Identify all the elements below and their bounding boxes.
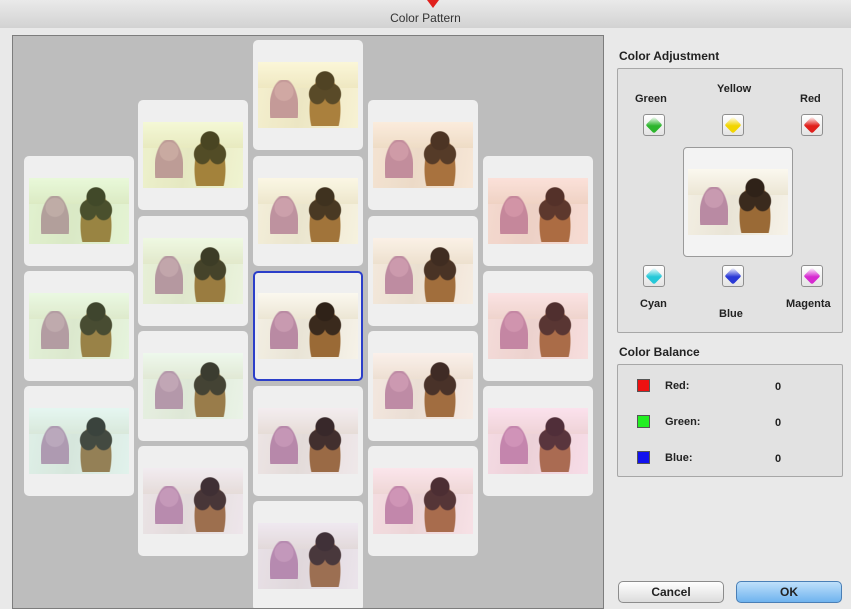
pattern-thumbnail[interactable] [483,271,593,381]
pattern-thumbnail-selected[interactable] [253,271,363,381]
photo-image [373,353,473,419]
pattern-thumbnail[interactable] [138,331,248,441]
yellow-label: Yellow [717,83,752,95]
photo-image [258,178,358,244]
blue-adjust-button[interactable] [722,265,744,287]
pattern-thumbnail[interactable] [24,156,134,266]
pattern-thumbnail[interactable] [253,386,363,496]
cancel-button[interactable]: Cancel [618,581,724,603]
red-balance-label: Red: [665,380,690,392]
window-title: Color Pattern [390,11,461,25]
pattern-thumbnail[interactable] [483,156,593,266]
pattern-thumbnail[interactable] [253,156,363,266]
magenta-label: Magenta [786,298,831,310]
side-panel: Color Adjustment Green Yellow Red Cyan B… [609,28,851,609]
cyan-label: Cyan [640,298,667,310]
pattern-thumbnail[interactable] [368,446,478,556]
dialog-body: Color Adjustment Green Yellow Red Cyan B… [0,28,851,609]
pattern-thumbnail[interactable] [368,331,478,441]
red-swatch [637,379,650,392]
magenta-adjust-button[interactable] [801,265,823,287]
green-label: Green [635,93,667,105]
pattern-thumbnail[interactable] [368,216,478,326]
pattern-thumbnail[interactable] [138,216,248,326]
red-adjust-button[interactable] [801,114,823,136]
preview-photo-image [688,169,788,235]
green-balance-label: Green: [665,416,701,428]
color-adjustment-box: Green Yellow Red Cyan Blue Magenta [617,68,843,333]
magenta-gem-icon [803,267,821,285]
color-balance-box: Red: 0 Green: 0 Blue: 0 [617,364,843,477]
photo-image [29,178,129,244]
pattern-thumbnail[interactable] [24,271,134,381]
title-marker-icon [427,0,439,8]
photo-image [373,238,473,304]
photo-image [143,122,243,188]
cyan-adjust-button[interactable] [643,265,665,287]
pattern-thumbnail[interactable] [138,446,248,556]
pattern-thumbnail[interactable] [368,100,478,210]
yellow-gem-icon [724,116,742,134]
photo-image [143,353,243,419]
photo-image [373,122,473,188]
photo-image [488,293,588,359]
cyan-gem-icon [645,267,663,285]
blue-swatch [637,451,650,464]
green-adjust-button[interactable] [643,114,665,136]
photo-image [488,408,588,474]
red-balance-value: 0 [775,381,782,393]
title-bar: Color Pattern [0,0,851,29]
color-adjustment-heading: Color Adjustment [619,49,720,63]
ok-button[interactable]: OK [736,581,842,603]
red-gem-icon [803,116,821,134]
photo-image [258,62,358,128]
pattern-thumbnail[interactable] [253,501,363,608]
yellow-adjust-button[interactable] [722,114,744,136]
photo-image [258,293,358,359]
adjustment-preview [683,147,793,257]
photo-image [258,523,358,589]
photo-image [258,408,358,474]
green-swatch [637,415,650,428]
pattern-thumbnail[interactable] [138,100,248,210]
photo-image [29,408,129,474]
blue-balance-label: Blue: [665,452,693,464]
pattern-thumbnail[interactable] [24,386,134,496]
green-balance-value: 0 [775,417,782,429]
blue-label: Blue [719,308,743,320]
color-pattern-grid [12,35,604,609]
pattern-thumbnail[interactable] [483,386,593,496]
color-balance-heading: Color Balance [619,345,700,359]
photo-image [29,293,129,359]
green-gem-icon [645,116,663,134]
blue-balance-value: 0 [775,453,782,465]
photo-image [143,238,243,304]
photo-image [373,468,473,534]
red-label: Red [800,93,821,105]
photo-image [143,468,243,534]
blue-gem-icon [724,267,742,285]
photo-image [488,178,588,244]
pattern-thumbnail[interactable] [253,40,363,150]
